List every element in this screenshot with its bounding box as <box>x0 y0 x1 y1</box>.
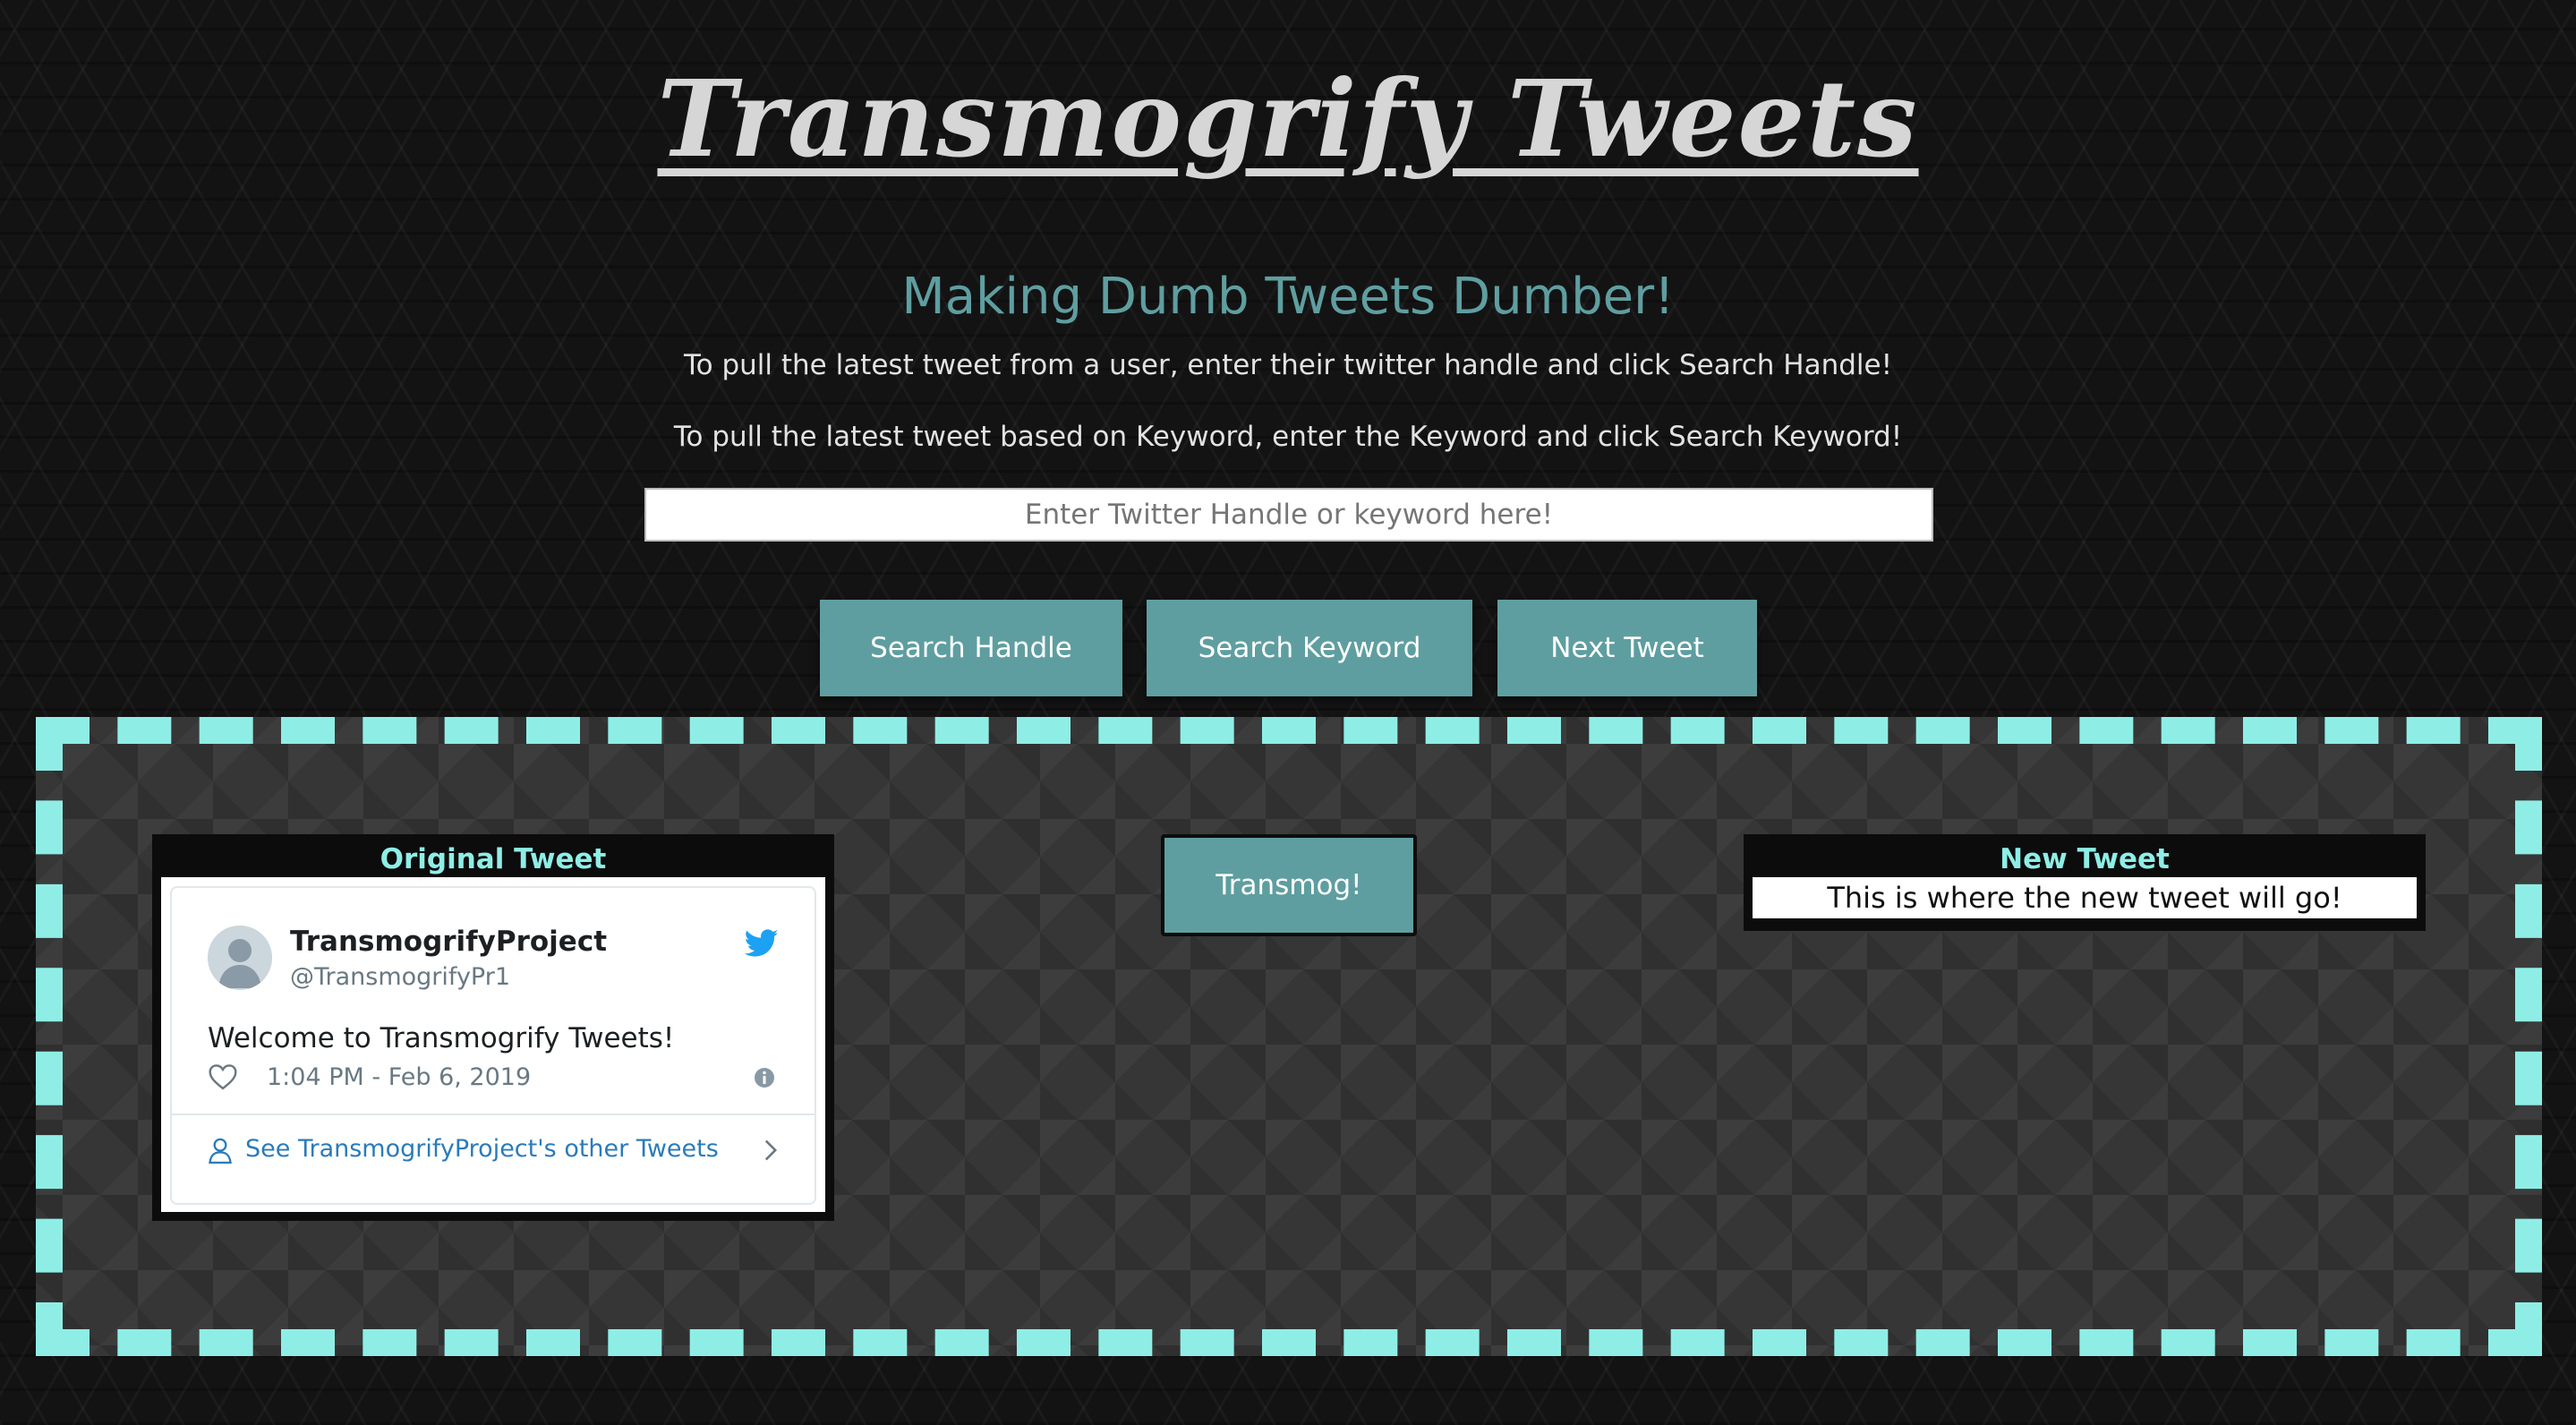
embedded-tweet: TransmogrifyProject @TransmogrifyPr1 Wel… <box>161 877 825 1212</box>
new-tweet-text: This is where the new tweet will go! <box>1753 877 2417 918</box>
tweet-text: Welcome to Transmogrify Tweets! <box>208 1022 675 1054</box>
person-icon <box>209 1138 232 1164</box>
see-other-tweets-label[interactable]: See TransmogrifyProject's other Tweets <box>245 1135 719 1163</box>
avatar[interactable] <box>208 926 272 990</box>
new-tweet-title: New Tweet <box>2000 843 2170 875</box>
search-keyword-button[interactable]: Search Keyword <box>1147 600 1472 696</box>
see-other-tweets-link[interactable]: See TransmogrifyProject's other Tweets <box>208 1130 788 1169</box>
instruction-handle: To pull the latest tweet from a user, en… <box>683 349 1893 381</box>
next-tweet-button[interactable]: Next Tweet <box>1497 600 1757 696</box>
tweet-timestamp[interactable]: 1:04 PM - Feb 6, 2019 <box>267 1063 531 1091</box>
page-title: Transmogrify Tweets <box>657 56 1919 181</box>
default-avatar-icon <box>208 926 272 990</box>
tweet-author-name[interactable]: TransmogrifyProject <box>290 926 607 958</box>
search-handle-button[interactable]: Search Handle <box>820 600 1122 696</box>
tweet-card-inner: TransmogrifyProject @TransmogrifyPr1 Wel… <box>170 886 816 1205</box>
twitter-bird-icon[interactable] <box>745 929 779 958</box>
info-icon[interactable] <box>754 1067 775 1088</box>
page-subtitle: Making Dumb Tweets Dumber! <box>901 268 1675 326</box>
heart-icon[interactable] <box>208 1063 238 1090</box>
tweet-divider <box>172 1114 815 1115</box>
tweet-author-handle[interactable]: @TransmogrifyPr1 <box>290 963 510 991</box>
original-tweet-panel: Original Tweet TransmogrifyProject @Tran… <box>152 834 834 1221</box>
original-tweet-title: Original Tweet <box>380 843 607 875</box>
chevron-right-icon <box>764 1139 778 1161</box>
new-tweet-panel: New Tweet This is where the new tweet wi… <box>1744 834 2426 931</box>
search-input[interactable] <box>644 488 1933 542</box>
instruction-keyword: To pull the latest tweet based on Keywor… <box>673 421 1903 453</box>
transmog-button[interactable]: Transmog! <box>1161 834 1417 936</box>
